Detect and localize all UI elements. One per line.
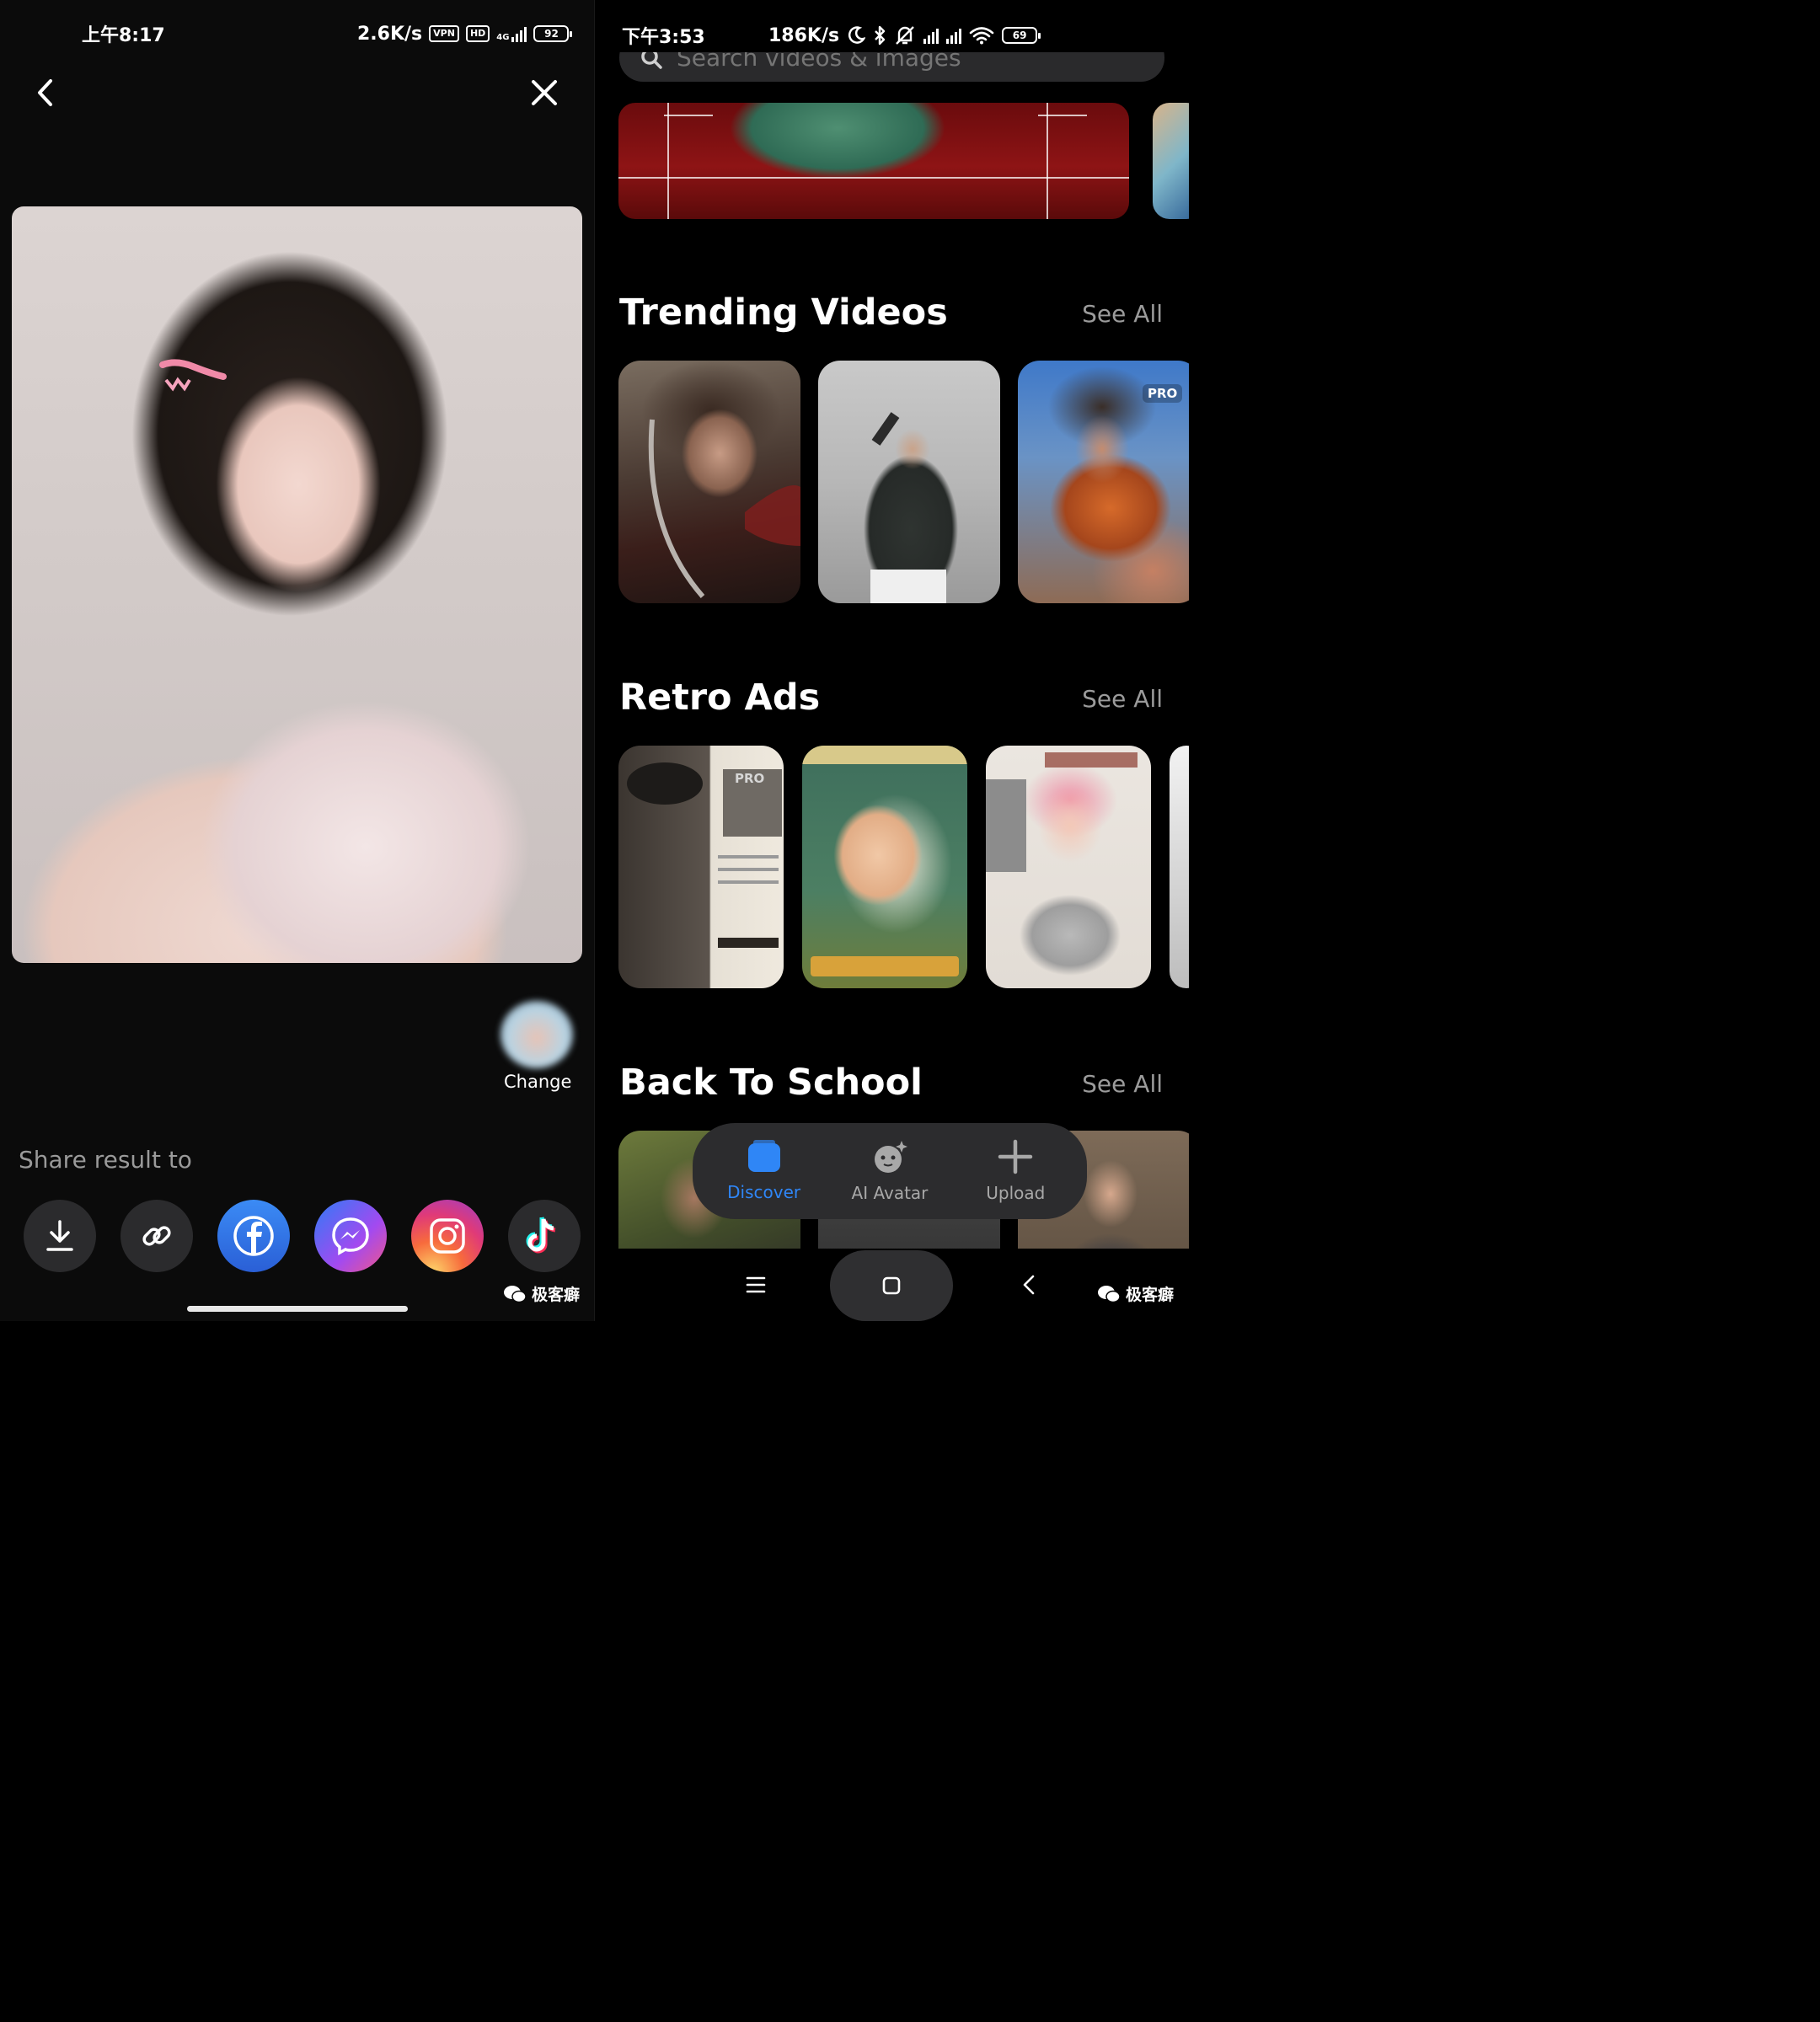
wifi-icon [969,27,994,45]
watermark-text: 极客癖 [532,1286,581,1304]
link-icon [142,1226,171,1246]
battery-icon: 92 [533,25,573,42]
retro-card-2[interactable] [802,746,967,988]
download-icon [46,1220,73,1251]
retro-card-1[interactable]: PRO [618,746,784,988]
plus-icon [998,1139,1033,1174]
facebook-icon [233,1216,274,1256]
section-title-trending: Trending Videos [619,292,948,334]
trending-card-3[interactable]: PRO [1018,361,1189,603]
system-navigation-bar: 极客癖 [595,1249,1189,1321]
messenger-share-button[interactable] [314,1200,387,1272]
back-button[interactable] [25,72,67,114]
menu-icon [746,1276,766,1293]
text-line [718,855,779,859]
vpn-badge: VPN [429,25,459,42]
network-type: 4G [496,33,510,42]
pro-badge: PRO [1143,384,1183,403]
see-all-retro[interactable]: See All [1082,685,1163,713]
hd-badge: HD [465,25,490,42]
featured-banner-next[interactable] [1153,103,1189,219]
close-icon [532,80,557,105]
discover-screen: 下午3:53 186K/s 69 Trending Videos See All… [595,0,1189,1321]
mute-icon [896,26,914,45]
face-thumbnail[interactable] [500,1001,573,1068]
brand-wordmark [718,938,779,948]
status-bar: 下午3:53 186K/s 69 [595,20,1189,51]
status-time: 下午3:53 [622,27,705,48]
result-screen: 上午8:17 2.6K/s VPN HD 4G 92 Change Share … [0,0,594,1321]
tab-ai-avatar[interactable]: AI Avatar [831,1139,949,1203]
instagram-icon [430,1218,465,1254]
network-speed: 2.6K/s [357,23,423,45]
watermark: 极客癖 [503,1282,580,1305]
chevron-left-icon [38,79,52,106]
status-time: 上午8:17 [82,25,165,46]
wechat-icon [504,1285,527,1303]
copy-link-button[interactable] [120,1200,193,1272]
trending-card-1[interactable] [618,361,800,603]
tiktok-icon [526,1217,556,1254]
pro-badge: PRO [735,771,765,786]
battery-icon: 69 [1002,27,1041,44]
raised-arm [871,412,900,446]
retro-card-3[interactable] [986,746,1151,988]
featured-banner[interactable] [618,103,1129,219]
bottom-tab-bar: Discover AI Avatar Upload [693,1123,1087,1219]
download-button[interactable] [24,1200,96,1272]
illustration-figure [986,779,1026,872]
signal-icon-2 [946,27,962,44]
retro-card-4[interactable] [1170,746,1189,988]
menu-button[interactable] [735,1265,777,1304]
tab-label: Discover [727,1182,801,1202]
signal-icon [511,25,527,42]
tab-discover[interactable]: Discover [705,1140,823,1202]
hat-shape [627,762,703,805]
instagram-share-button[interactable] [411,1200,484,1272]
status-bar: 上午8:17 2.6K/s VPN HD 4G 92 [0,19,594,49]
trending-card-2[interactable] [818,361,1000,603]
facebook-share-button[interactable] [217,1200,290,1272]
hairclip-decoration [159,359,227,392]
tab-label: AI Avatar [851,1183,929,1203]
bluetooth-icon [875,25,886,45]
change-face-label[interactable]: Change [504,1072,571,1092]
discover-icon [747,1140,780,1172]
see-all-trending[interactable]: See All [1082,300,1163,328]
share-buttons [24,1200,581,1272]
ai-avatar-icon [874,1141,907,1173]
messenger-icon [332,1217,369,1256]
back-nav-button[interactable] [1009,1265,1048,1304]
tiktok-share-button[interactable] [508,1200,581,1272]
brand-wordmark [811,956,959,976]
text-line [718,880,779,884]
section-title-retro: Retro Ads [619,677,821,719]
header-strip [802,746,967,764]
share-label: Share result to [19,1146,192,1174]
wechat-icon [1098,1285,1121,1303]
signal-icon [923,27,939,44]
see-all-school[interactable]: See All [1082,1070,1163,1098]
battery-level: 69 [1012,29,1027,41]
home-button[interactable] [830,1250,953,1321]
network-speed: 186K/s [768,24,840,46]
home-indicator[interactable] [187,1306,408,1312]
headline-text [1045,752,1138,768]
square-icon [882,1276,901,1295]
tab-label: Upload [986,1183,1046,1203]
sword-decoration [648,419,800,598]
watermark-text: 极客癖 [1126,1286,1175,1304]
chevron-left-icon [1023,1275,1035,1295]
moon-icon [848,26,866,44]
watermark: 极客癖 [1097,1282,1174,1305]
white-pants [870,570,946,603]
tab-upload[interactable]: Upload [956,1139,1074,1203]
text-line [718,868,779,871]
close-button[interactable] [523,72,565,114]
section-title-school: Back To School [619,1062,923,1104]
battery-level: 92 [544,28,559,40]
result-photo [12,206,582,963]
